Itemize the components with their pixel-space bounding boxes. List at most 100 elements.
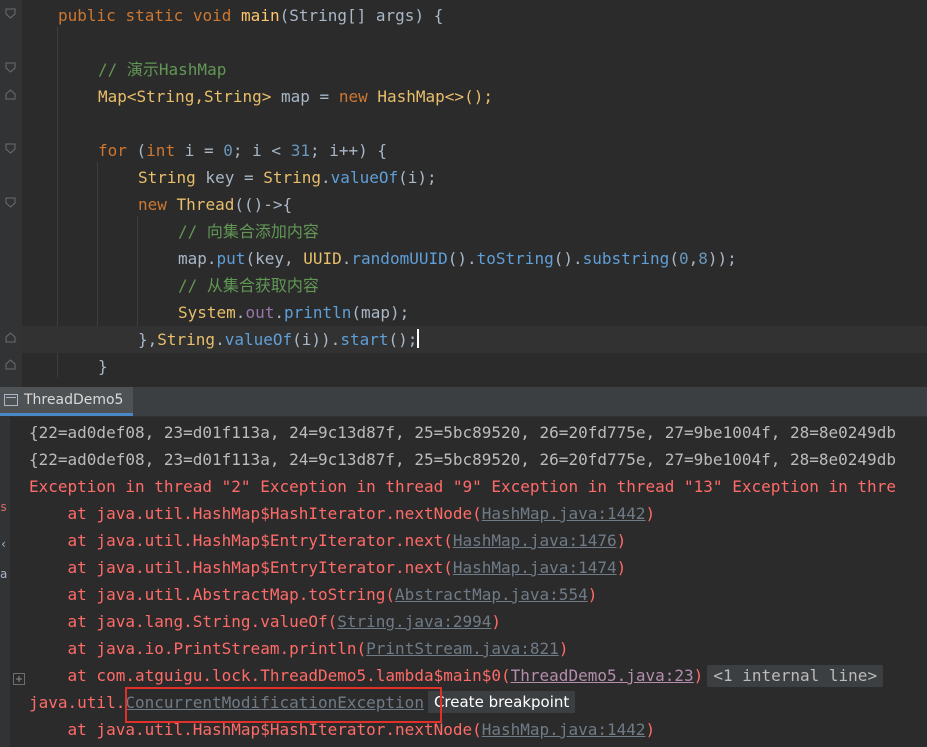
- code-text: ().: [553, 249, 583, 268]
- type-name: HashMap<>();: [367, 87, 493, 106]
- number-literal: 0: [678, 249, 689, 268]
- run-tool-window-tabbar: ThreadDemo5: [0, 387, 927, 417]
- code-line-closing-brace[interactable]: }: [98, 353, 108, 380]
- create-breakpoint-tooltip[interactable]: Create breakpoint: [427, 691, 576, 713]
- stack-frame-text: at java.util.HashMap$HashIterator.nextNo…: [29, 504, 482, 523]
- console-gutter: [0, 417, 10, 747]
- code-text: ();: [388, 330, 418, 349]
- stack-frame-text: at java.util.HashMap$EntryIterator.next(: [29, 531, 453, 550]
- stack-frame-text: java.util.: [29, 693, 126, 712]
- text-caret: [417, 329, 420, 348]
- code-text: .: [215, 330, 225, 349]
- fold-marker-icon[interactable]: [5, 332, 16, 343]
- code-line-start-current[interactable]: },String.valueOf(i)).start();: [22, 326, 927, 353]
- code-text: ));: [707, 249, 737, 268]
- scroll-icon[interactable]: ‹: [0, 537, 10, 551]
- stack-frame-text: at java.util.HashMap$EntryIterator.next(: [29, 558, 453, 577]
- exception-class-link[interactable]: ConcurrentModificationException: [125, 693, 424, 712]
- keyword: int: [146, 141, 176, 160]
- source-link[interactable]: PrintStream.java:821: [366, 639, 559, 658]
- source-link[interactable]: HashMap.java:1442: [482, 504, 646, 523]
- code-line-for-loop[interactable]: for (int i = 0; i < 31; i++) {: [98, 137, 387, 164]
- code-text: key =: [195, 168, 264, 187]
- fold-marker-icon[interactable]: [5, 143, 16, 154]
- source-link[interactable]: HashMap.java:1442: [482, 720, 646, 739]
- comment: // 从集合获取内容: [178, 276, 319, 295]
- stack-frame-text: ): [616, 531, 627, 550]
- keyword: new: [138, 195, 167, 214]
- comment: // 演示HashMap: [98, 60, 227, 79]
- code-text: (String[] args) {: [279, 6, 444, 25]
- code-line-comment[interactable]: // 演示HashMap: [98, 56, 226, 83]
- method-call: randomUUID: [351, 249, 448, 268]
- code-line-comment[interactable]: // 从集合获取内容: [178, 272, 319, 299]
- stack-frame-line: at java.util.AbstractMap.toString(Abstra…: [29, 581, 598, 608]
- code-line-map-declaration[interactable]: Map<String,String> map = new HashMap<>()…: [98, 83, 493, 110]
- indent-guide: [137, 216, 138, 326]
- stack-frame-text: ): [693, 666, 704, 685]
- code-text: },: [138, 330, 158, 349]
- code-text: .: [235, 303, 246, 322]
- stack-frame-text: at java.util.AbstractMap.toString(: [29, 585, 396, 604]
- code-line-key[interactable]: String key = String.valueOf(i);: [138, 164, 437, 191]
- stack-frame-text: at java.util.HashMap$HashIterator.nextNo…: [29, 720, 482, 739]
- stack-frame-line: at java.util.HashMap$HashIterator.nextNo…: [29, 716, 656, 743]
- console-output-line: {22=ad0def08, 23=d01f113a, 24=9c13d87f, …: [29, 423, 896, 442]
- stack-frame-text: at java.io.PrintStream.println(: [29, 639, 367, 658]
- wrap-icon[interactable]: a: [0, 567, 10, 581]
- fold-marker-icon[interactable]: [5, 8, 16, 19]
- code-line-comment[interactable]: // 向集合添加内容: [178, 218, 319, 245]
- fold-marker-icon[interactable]: [5, 359, 16, 370]
- expand-frames-icon[interactable]: [13, 670, 25, 685]
- fold-marker-icon[interactable]: [5, 62, 16, 73]
- stack-frame-line: at java.lang.String.valueOf(String.java:…: [29, 608, 501, 635]
- code-line-main-signature[interactable]: public static void main(String[] args) {: [58, 2, 443, 29]
- editor-gutter[interactable]: [0, 0, 22, 387]
- number-literal: 31: [290, 141, 310, 160]
- internal-lines-badge[interactable]: <1 internal line>: [707, 665, 884, 687]
- code-text: (()->{: [234, 195, 293, 214]
- source-link[interactable]: String.java:2994: [337, 612, 491, 631]
- console-output-line: {22=ad0def08, 23=d01f113a, 24=9c13d87f, …: [29, 450, 896, 469]
- code-text: i =: [175, 141, 224, 160]
- code-text: map =: [271, 87, 339, 106]
- code-text: (key,: [245, 249, 304, 268]
- exception-class-line: java.util.ConcurrentModificationExceptio…: [29, 689, 576, 716]
- stack-frame-text: ): [587, 585, 598, 604]
- stack-frame-line: at java.util.HashMap$HashIterator.nextNo…: [29, 500, 656, 527]
- comment: // 向集合添加内容: [178, 222, 319, 241]
- fold-marker-icon[interactable]: [5, 89, 16, 100]
- code-line-println[interactable]: System.out.println(map);: [178, 299, 409, 326]
- stack-frame-text: at java.lang.String.valueOf(: [29, 612, 338, 631]
- run-console-output[interactable]: s ‹ a {22=ad0def08, 23=d01f113a, 24=9c13…: [0, 417, 927, 747]
- code-text: (map);: [351, 303, 410, 322]
- type-name: Map<String,String>: [98, 87, 272, 106]
- number-literal: 0: [223, 141, 233, 160]
- code-text: ; i++) {: [309, 141, 388, 160]
- source-link[interactable]: ThreadDemo5.java:23: [511, 666, 694, 685]
- indent-guide: [97, 162, 98, 352]
- method-call: put: [216, 249, 246, 268]
- static-field: out: [245, 303, 275, 322]
- stack-frame-text: ): [491, 612, 502, 631]
- method-name: main: [241, 6, 280, 25]
- method-call: start: [340, 330, 389, 349]
- rerun-icon[interactable]: s: [0, 500, 10, 514]
- source-link[interactable]: HashMap.java:1476: [453, 531, 617, 550]
- source-link[interactable]: AbstractMap.java:554: [395, 585, 588, 604]
- code-line-thread[interactable]: new Thread(()->{: [138, 191, 292, 218]
- run-tab-threaddemo5[interactable]: ThreadDemo5: [0, 387, 134, 416]
- stack-frame-line: at java.util.HashMap$EntryIterator.next(…: [29, 527, 627, 554]
- type-name: String: [157, 330, 216, 349]
- source-link[interactable]: HashMap.java:1474: [453, 558, 617, 577]
- code-text: .: [274, 303, 284, 322]
- code-line-map-put[interactable]: map.put(key, UUID.randomUUID().toString(…: [178, 245, 737, 272]
- stack-frame-line: at java.util.HashMap$EntryIterator.next(…: [29, 554, 627, 581]
- code-editor[interactable]: public static void main(String[] args) {…: [0, 0, 927, 387]
- code-text: ,: [688, 249, 699, 268]
- keyword: public: [58, 6, 116, 25]
- keyword: static: [125, 6, 184, 25]
- type-name: UUID: [303, 249, 342, 268]
- fold-marker-icon[interactable]: [5, 197, 16, 208]
- method-call: println: [283, 303, 352, 322]
